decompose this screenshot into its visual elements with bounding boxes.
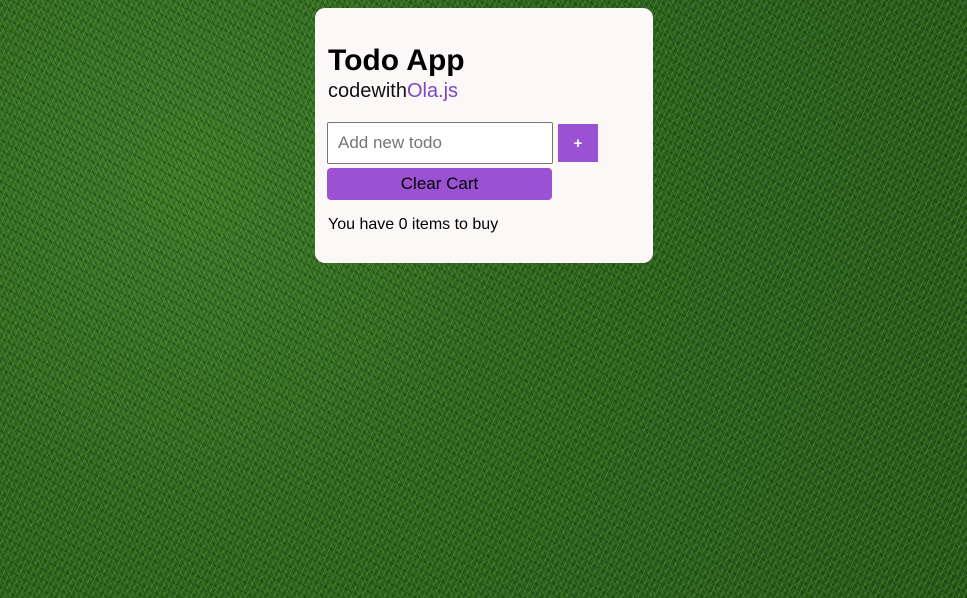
subtitle-prefix: codewith [328, 80, 407, 102]
grass-background: { "app": { "title": "Todo App", "subtitl… [0, 0, 967, 598]
clear-cart-button[interactable]: Clear Cart [327, 168, 552, 200]
todo-card: Todo App codewithOla.js + Clear Cart You… [315, 8, 653, 263]
todo-input[interactable] [327, 122, 553, 164]
items-count-text: You have 0 items to buy [328, 216, 499, 233]
subtitle-accent: Ola.js [406, 80, 459, 102]
add-todo-button[interactable]: + [558, 124, 598, 162]
app-subtitle: codewithOla.js [328, 79, 458, 103]
app-title: Todo App [328, 44, 465, 77]
